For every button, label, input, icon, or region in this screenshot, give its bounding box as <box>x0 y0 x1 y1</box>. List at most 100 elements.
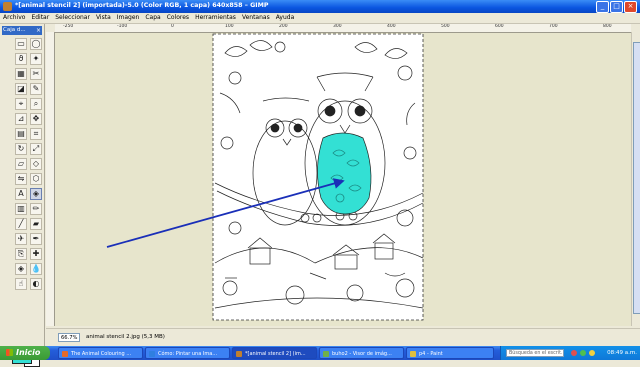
rotate-tool[interactable]: ↻ <box>15 143 27 155</box>
smudge-tool[interactable]: ☝ <box>15 278 27 290</box>
tray-icon-2[interactable] <box>580 350 586 356</box>
horizontal-ruler: -250 -100 0 100 200 300 400 500 600 700 800 <box>55 24 631 33</box>
ruler-tick-label: 700 <box>549 24 558 29</box>
toolbox-close-icon[interactable]: × <box>36 26 41 35</box>
toolbox-panel: Caja d... × ▭ ◯ ϑ ✦ ▦ ✂ ◪ ✎ ⌖ ⌕ ⊿ ✥ ▤ ⌗ ↻ ⤢ ▱ ◇ ⇋ ⬡ A ◈ ▥ ✏ ╱ ▰ ✈ ✒… <box>0 24 45 367</box>
taskbar-button[interactable]: Cómo: Pintar una Ima... <box>145 347 230 359</box>
taskbar: Inicio The Animal Colouring ... Cómo: Pin… <box>0 346 640 360</box>
toolbox-title[interactable]: Caja d... × <box>2 26 42 35</box>
free-select-tool[interactable]: ϑ <box>15 53 27 65</box>
pencil-tool[interactable]: ✏ <box>30 203 42 215</box>
taskbar-app-icon <box>323 351 329 357</box>
paintbrush-tool[interactable]: ╱ <box>15 218 27 230</box>
scrollbar-thumb[interactable] <box>633 42 640 314</box>
start-label: Inicio <box>16 348 41 357</box>
ruler-tick-label: -100 <box>117 24 128 29</box>
status-text: animal stencil 2.jpg (5,3 MB) <box>86 334 165 340</box>
desktop-search-field[interactable]: Búsqueda en el escrit... <box>506 349 564 357</box>
zoom-level-field[interactable]: 66.7% <box>58 333 80 342</box>
align-tool[interactable]: ▤ <box>15 128 27 140</box>
crop-tool[interactable]: ⌗ <box>30 128 42 140</box>
taskbar-button-label: Cómo: Pintar una Ima... <box>158 351 218 357</box>
blend-tool[interactable]: ▥ <box>15 203 27 215</box>
ruler-tick-label: 300 <box>333 24 342 29</box>
toolbox-title-label: Caja d... <box>3 27 26 33</box>
system-tray: Búsqueda en el escrit... 08:49 a.m. <box>500 346 640 360</box>
title-bar: *[animal stencil 2] (importada)-5.0 (Col… <box>0 0 640 13</box>
cage-tool[interactable]: ⬡ <box>30 173 42 185</box>
taskbar-button[interactable]: *[animal stencil 2] (im... <box>232 347 317 359</box>
menu-editar[interactable]: Editar <box>28 13 52 22</box>
status-bar: 66.7% animal stencil 2.jpg (5,3 MB) <box>46 328 640 347</box>
vertical-scrollbar[interactable] <box>631 32 640 326</box>
taskbar-button[interactable]: The Animal Colouring ... <box>58 347 143 359</box>
blur-tool[interactable]: 💧 <box>30 263 42 275</box>
close-button[interactable]: × <box>624 1 637 13</box>
ruler-tick-label: 0 <box>171 24 174 29</box>
text-tool[interactable]: A <box>15 188 27 200</box>
dodge-burn-tool[interactable]: ◐ <box>30 278 42 290</box>
canvas-area[interactable] <box>55 33 631 326</box>
airbrush-tool[interactable]: ✈ <box>15 233 27 245</box>
image-canvas[interactable] <box>55 33 631 326</box>
clock: 08:49 a.m. <box>607 350 637 356</box>
taskbar-button-label: buho2 - Visor de imág... <box>332 351 392 357</box>
taskbar-button[interactable]: p4 - Paint <box>406 347 494 359</box>
menu-ayuda[interactable]: Ayuda <box>273 13 298 22</box>
vertical-ruler <box>46 32 55 326</box>
taskbar-app-icon <box>410 351 416 357</box>
window-title: *[animal stencil 2] (importada)-5.0 (Col… <box>15 2 269 9</box>
ruler-tick-label: 200 <box>279 24 288 29</box>
menu-imagen[interactable]: Imagen <box>114 13 143 22</box>
shear-tool[interactable]: ▱ <box>15 158 27 170</box>
windows-logo-icon <box>6 349 13 356</box>
window-controls: _ □ × <box>595 1 637 13</box>
ellipse-select-tool[interactable]: ◯ <box>30 38 42 50</box>
ruler-tick-label: 500 <box>441 24 450 29</box>
ruler-tick-label: 400 <box>387 24 396 29</box>
menu-capa[interactable]: Capa <box>142 13 163 22</box>
ink-tool[interactable]: ✒ <box>30 233 42 245</box>
menu-colores[interactable]: Colores <box>164 13 192 22</box>
flip-tool[interactable]: ⇋ <box>15 173 27 185</box>
rect-select-tool[interactable]: ▭ <box>15 38 27 50</box>
minimize-button[interactable]: _ <box>596 1 609 13</box>
taskbar-app-icon <box>236 351 242 357</box>
measure-tool[interactable]: ⊿ <box>15 113 27 125</box>
scale-tool[interactable]: ⤢ <box>30 143 42 155</box>
ruler-tick-label: 600 <box>495 24 504 29</box>
bucket-fill-tool[interactable]: ◈ <box>30 188 42 200</box>
menu-vista[interactable]: Vista <box>93 13 114 22</box>
color-select-tool[interactable]: ▦ <box>15 68 27 80</box>
maximize-button[interactable]: □ <box>610 1 623 13</box>
scissors-tool[interactable]: ✂ <box>30 68 42 80</box>
ruler-tick-label: -250 <box>63 24 74 29</box>
menu-ventanas[interactable]: Ventanas <box>239 13 273 22</box>
move-tool[interactable]: ✥ <box>30 113 42 125</box>
eraser-tool[interactable]: ▰ <box>30 218 42 230</box>
perspective-clone-tool[interactable]: ◈ <box>15 263 27 275</box>
clone-tool[interactable]: ⎘ <box>15 248 27 260</box>
tray-icon-3[interactable] <box>589 350 595 356</box>
menu-seleccionar[interactable]: Seleccionar <box>52 13 93 22</box>
zoom-tool[interactable]: ⌕ <box>30 98 42 110</box>
start-button[interactable]: Inicio <box>0 346 50 360</box>
fuzzy-select-tool[interactable]: ✦ <box>30 53 42 65</box>
foreground-select-tool[interactable]: ◪ <box>15 83 27 95</box>
tray-icon-1[interactable] <box>571 350 577 356</box>
taskbar-button-label: *[animal stencil 2] (im... <box>245 351 306 357</box>
perspective-tool[interactable]: ◇ <box>30 158 42 170</box>
heal-tool[interactable]: ✚ <box>30 248 42 260</box>
taskbar-button[interactable]: buho2 - Visor de imág... <box>319 347 404 359</box>
taskbar-button-label: The Animal Colouring ... <box>71 351 132 357</box>
taskbar-app-icon <box>149 351 155 357</box>
menu-bar: Archivo Editar Seleccionar Vista Imagen Capa C… <box>0 13 640 24</box>
gimp-app-icon <box>3 2 12 11</box>
taskbar-app-icon <box>62 351 68 357</box>
menu-archivo[interactable]: Archivo <box>0 13 28 22</box>
menu-herramientas[interactable]: Herramientas <box>192 13 239 22</box>
ruler-tick-label: 800 <box>603 24 612 29</box>
color-picker-tool[interactable]: ⌖ <box>15 98 27 110</box>
paths-tool[interactable]: ✎ <box>30 83 42 95</box>
taskbar-button-label: p4 - Paint <box>419 351 443 357</box>
